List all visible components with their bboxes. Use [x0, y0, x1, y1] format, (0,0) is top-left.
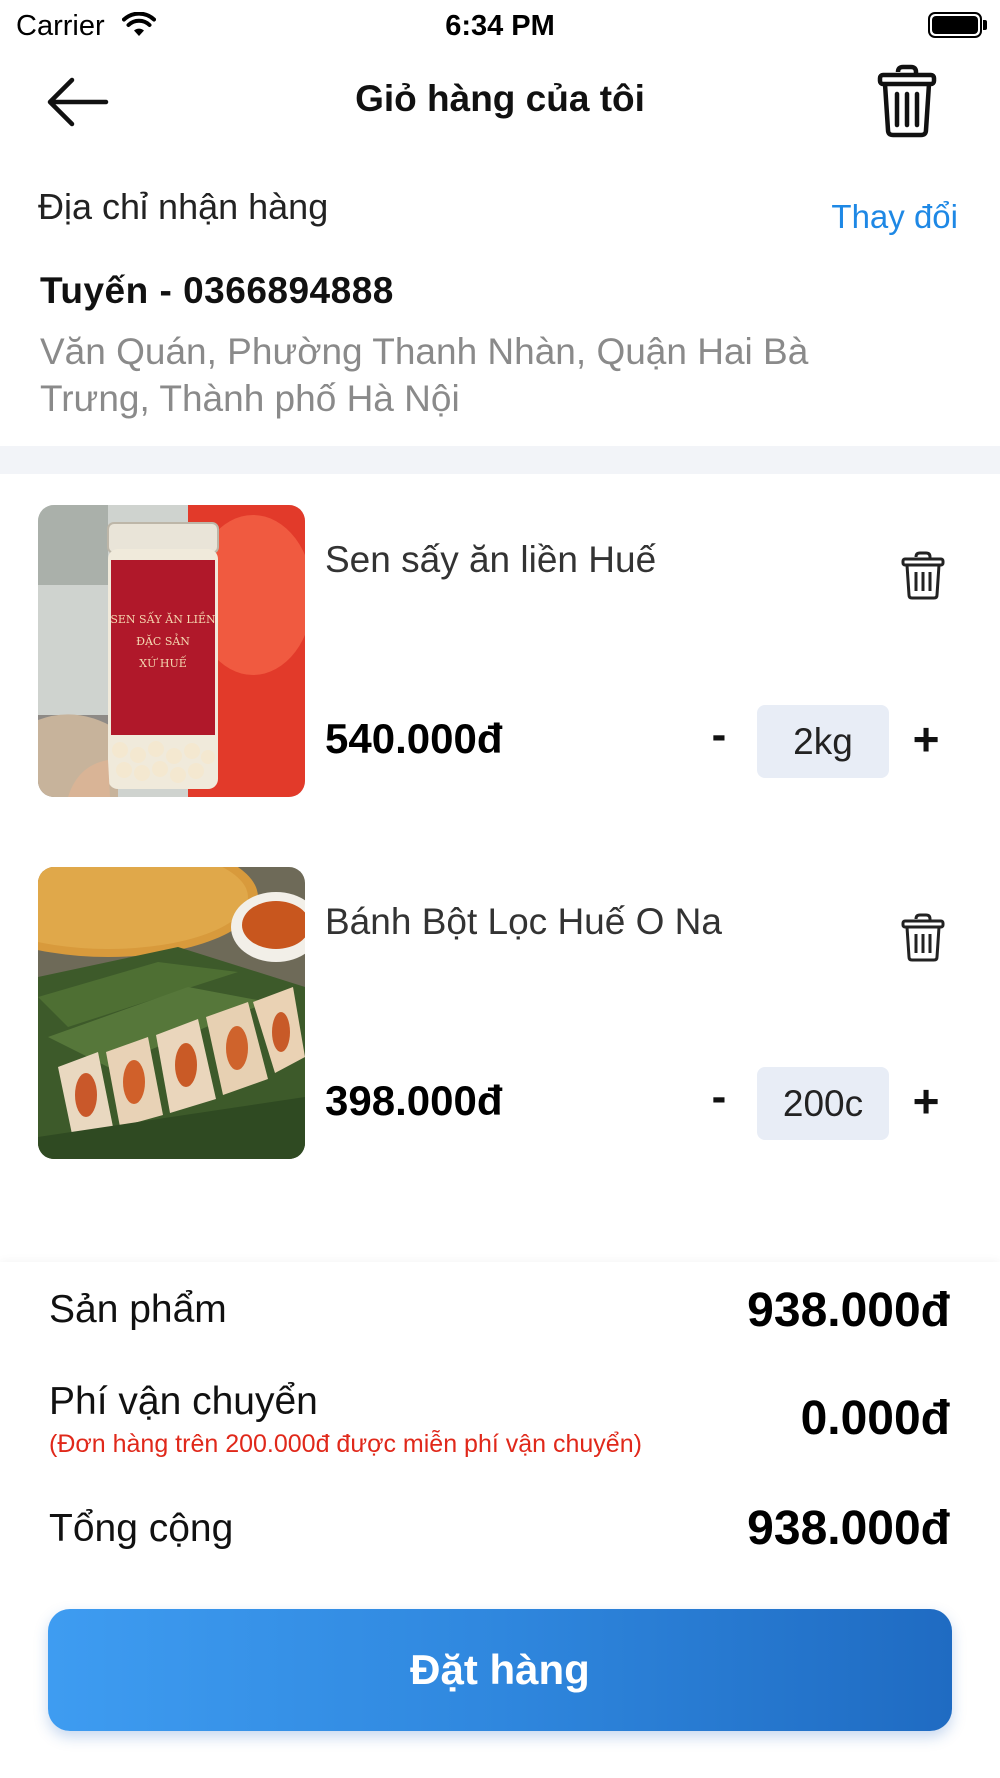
product-name: Bánh Bột Lọc Huế O Na [325, 901, 722, 942]
product-name: Sen sấy ăn liền Huế [325, 539, 657, 580]
shipping-fee: 0.000đ [800, 1392, 950, 1445]
clock: 6:34 PM [445, 10, 555, 42]
section-divider [0, 446, 1000, 474]
battery-icon [928, 12, 988, 38]
shipping-label: Phí vận chuyển [49, 1380, 318, 1423]
status-bar: Carrier 6:34 PM [0, 0, 1000, 50]
quantity-value[interactable]: 200c [757, 1067, 889, 1140]
products-label: Sản phẩm [49, 1288, 227, 1331]
increase-quantity-button[interactable]: + [902, 709, 950, 769]
product-price: 540.000đ [325, 715, 503, 762]
decrease-quantity-button[interactable]: - [696, 705, 742, 765]
svg-text:ĐẶC SẢN: ĐẶC SẢN [136, 633, 190, 648]
product-image-banh-bot-loc[interactable] [38, 867, 305, 1159]
place-order-button[interactable]: Đặt hàng [48, 1609, 952, 1731]
increase-quantity-button[interactable]: + [902, 1071, 950, 1131]
product-price: 398.000đ [325, 1077, 503, 1124]
trash-icon [877, 64, 937, 138]
svg-text:XỨ HUẾ: XỨ HUẾ [139, 655, 187, 670]
address-detail: Văn Quán, Phường Thanh Nhàn, Quận Hai Bà… [40, 331, 809, 419]
change-address-link[interactable]: Thay đổi [831, 198, 958, 236]
svg-text:SEN SẤY ĂN LIỀN: SEN SẤY ĂN LIỀN [110, 611, 216, 626]
address-label: Địa chỉ nhận hàng [38, 186, 329, 227]
grand-total: 938.000đ [747, 1502, 950, 1555]
total-label: Tổng cộng [49, 1507, 234, 1550]
trash-icon [901, 913, 945, 962]
cart-item: SEN SẤY ĂN LIỀN ĐẶC SẢN XỨ HUẾ Sen sấy ă… [0, 505, 1000, 797]
trash-icon [901, 551, 945, 600]
clear-cart-button[interactable] [876, 64, 938, 138]
page-title: Giỏ hàng của tôi [355, 78, 645, 119]
product-image-lotus[interactable]: SEN SẤY ĂN LIỀN ĐẶC SẢN XỨ HUẾ [38, 505, 305, 797]
quantity-value[interactable]: 2kg [757, 705, 889, 778]
remove-item-button[interactable] [900, 551, 946, 601]
products-total: 938.000đ [747, 1284, 950, 1337]
decrease-quantity-button[interactable]: - [696, 1067, 742, 1127]
free-shipping-note: (Đơn hàng trên 200.000đ được miễn phí vậ… [49, 1430, 642, 1458]
cart-item: Bánh Bột Lọc Huế O Na 398.000đ - 200c + [0, 867, 1000, 1159]
recipient-name-phone: Tuyến - 0366894888 [40, 270, 394, 311]
remove-item-button[interactable] [900, 913, 946, 963]
